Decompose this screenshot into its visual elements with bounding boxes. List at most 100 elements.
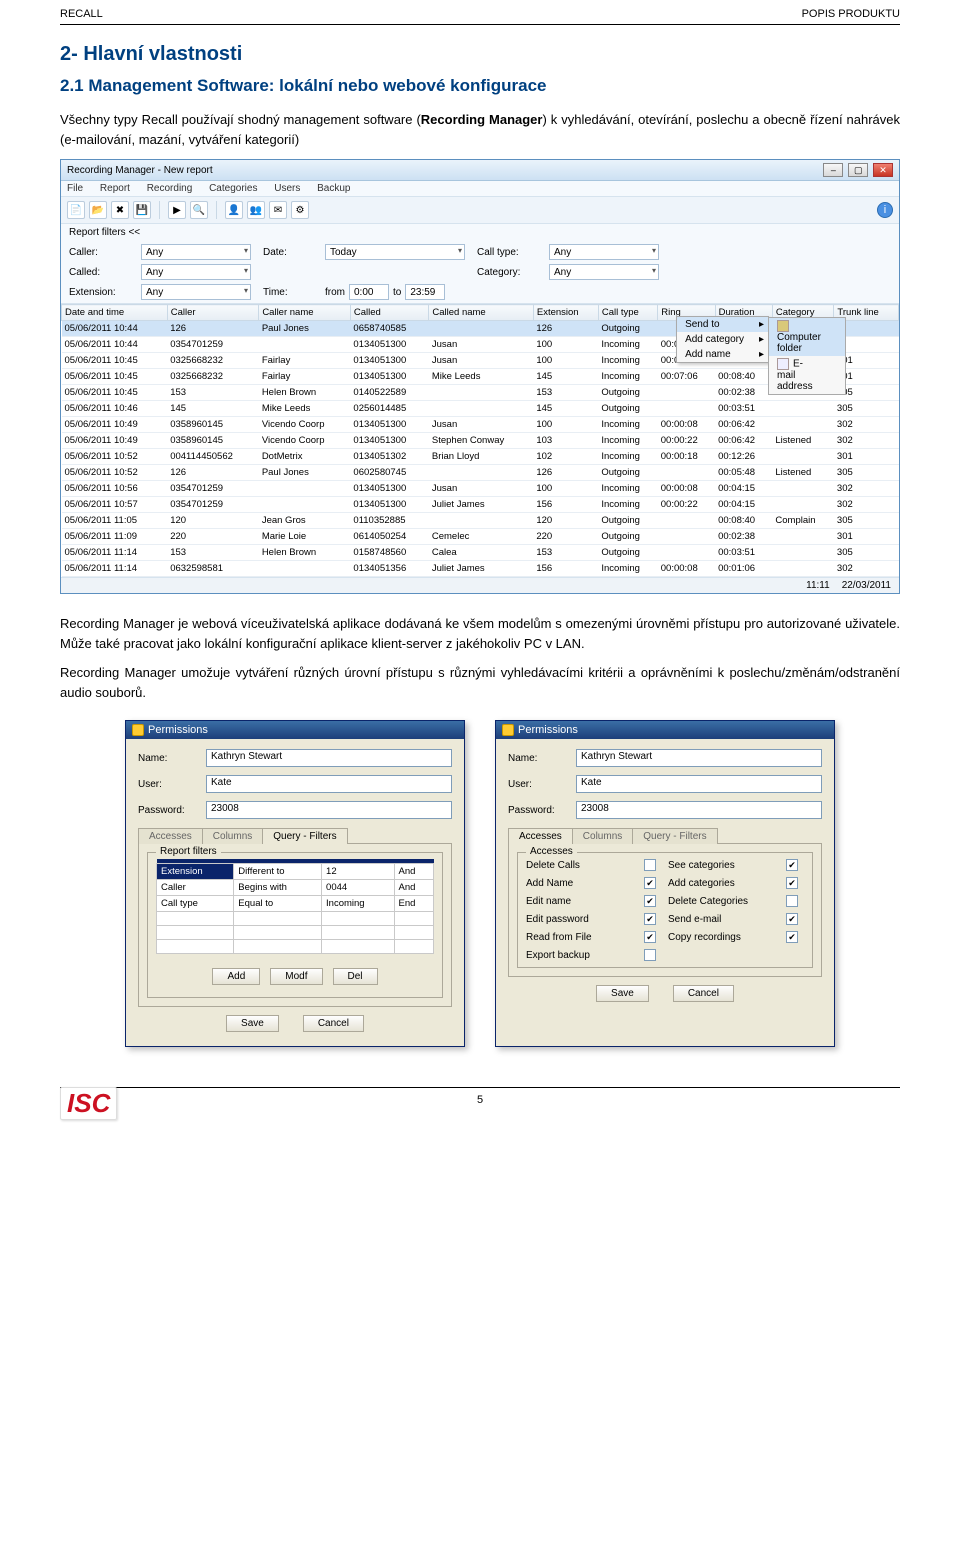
table-row[interactable]: 05/06/2011 10:490358960145Vicendo Coorp0…: [62, 417, 899, 433]
checkbox[interactable]: [644, 949, 656, 961]
ctx-addcategory[interactable]: Add category▸: [677, 332, 768, 347]
filter-category-combo[interactable]: Any: [549, 264, 659, 280]
qgrid-row[interactable]: [157, 926, 434, 940]
filter-caller-label: Caller:: [69, 247, 129, 258]
tab-accesses[interactable]: Accesses: [508, 828, 573, 844]
perm-pwd-label: Password:: [138, 805, 198, 816]
menu-backup[interactable]: Backup: [317, 183, 350, 194]
perm-user-input[interactable]: Kate: [576, 775, 822, 793]
grid-header[interactable]: Extension: [533, 305, 598, 321]
time-to-label: to: [393, 287, 401, 298]
perm-name-input[interactable]: Kathryn Stewart: [576, 749, 822, 767]
btn-add[interactable]: Add: [212, 968, 260, 985]
perm-dialog-query: Permissions Name:Kathryn Stewart User:Ka…: [125, 720, 465, 1047]
checkbox[interactable]: ✔: [786, 913, 798, 925]
perm-title-text: Permissions: [148, 724, 208, 736]
table-row[interactable]: 05/06/2011 11:14153Helen Brown0158748560…: [62, 545, 899, 561]
play-icon[interactable]: ▶: [168, 201, 186, 219]
qgrid-row[interactable]: [157, 940, 434, 954]
btn-save[interactable]: Save: [226, 1015, 279, 1032]
table-row[interactable]: 05/06/2011 11:1406325985810134051356Juli…: [62, 561, 899, 577]
qgrid-row[interactable]: CallerBegins with0044And: [157, 880, 434, 896]
mail-icon[interactable]: ✉: [269, 201, 287, 219]
table-row[interactable]: 05/06/2011 11:09220Marie Loie0614050254C…: [62, 529, 899, 545]
btn-save[interactable]: Save: [596, 985, 649, 1002]
btn-cancel[interactable]: Cancel: [303, 1015, 364, 1032]
perm-pwd-label: Password:: [508, 805, 568, 816]
filter-called-combo[interactable]: Any: [141, 264, 251, 280]
table-row[interactable]: 05/06/2011 10:5603547012590134051300Jusa…: [62, 481, 899, 497]
grid-header[interactable]: Caller: [167, 305, 259, 321]
maximize-button[interactable]: ▢: [848, 163, 868, 177]
delete-icon[interactable]: ✖: [111, 201, 129, 219]
checkbox[interactable]: ✔: [644, 877, 656, 889]
filters-header[interactable]: Report filters <<: [61, 224, 899, 241]
search-icon[interactable]: 🔍: [190, 201, 208, 219]
tab-columns[interactable]: Columns: [572, 828, 633, 844]
table-row[interactable]: 05/06/2011 10:52004114450562DotMetrix013…: [62, 449, 899, 465]
close-button[interactable]: ✕: [873, 163, 893, 177]
ctx-email-address[interactable]: E-mail address: [769, 356, 845, 394]
ctx-sendto[interactable]: Send to▸ Computer folder E-mail address: [677, 317, 768, 332]
perm-user-input[interactable]: Kate: [206, 775, 452, 793]
table-row[interactable]: 05/06/2011 10:490358960145Vicendo Coorp0…: [62, 433, 899, 449]
time-from-label: from: [325, 287, 345, 298]
table-row[interactable]: 05/06/2011 10:46145Mike Leeds02560144851…: [62, 401, 899, 417]
query-grid[interactable]: ExtensionDifferent to12AndCallerBegins w…: [156, 859, 434, 954]
menu-report[interactable]: Report: [100, 183, 130, 194]
checkbox[interactable]: [644, 859, 656, 871]
time-from-input[interactable]: 0:00: [349, 284, 389, 300]
new-icon[interactable]: 📄: [67, 201, 85, 219]
menu-users[interactable]: Users: [274, 183, 300, 194]
table-row[interactable]: 05/06/2011 10:52126Paul Jones06025807451…: [62, 465, 899, 481]
filter-calltype-combo[interactable]: Any: [549, 244, 659, 260]
qgrid-row[interactable]: ExtensionDifferent to12And: [157, 864, 434, 880]
grid-header[interactable]: Caller name: [259, 305, 351, 321]
perm-icon: [502, 724, 514, 736]
checkbox[interactable]: ✔: [644, 895, 656, 907]
filter-date-combo[interactable]: Today: [325, 244, 465, 260]
save-icon[interactable]: 💾: [133, 201, 151, 219]
minimize-button[interactable]: –: [823, 163, 843, 177]
tab-query-filters[interactable]: Query - Filters: [632, 828, 717, 844]
tab-columns[interactable]: Columns: [202, 828, 263, 844]
ctx-addname[interactable]: Add name▸: [677, 347, 768, 362]
tab-query-filters[interactable]: Query - Filters: [262, 828, 347, 844]
open-icon[interactable]: 📂: [89, 201, 107, 219]
menu-categories[interactable]: Categories: [209, 183, 257, 194]
gear-icon[interactable]: ⚙: [291, 201, 309, 219]
perm-name-input[interactable]: Kathryn Stewart: [206, 749, 452, 767]
user-icon[interactable]: 👤: [225, 201, 243, 219]
grid-header[interactable]: Call type: [598, 305, 657, 321]
perm-pwd-input[interactable]: 23008: [576, 801, 822, 819]
checkbox[interactable]: ✔: [786, 859, 798, 871]
menu-recording[interactable]: Recording: [147, 183, 193, 194]
time-to-input[interactable]: 23:59: [405, 284, 445, 300]
btn-del[interactable]: Del: [333, 968, 378, 985]
qgrid-row[interactable]: [157, 912, 434, 926]
ctx-computer-folder[interactable]: Computer folder: [769, 318, 845, 356]
checkbox[interactable]: ✔: [644, 931, 656, 943]
filter-ext-combo[interactable]: Any: [141, 284, 251, 300]
users-icon[interactable]: 👥: [247, 201, 265, 219]
grid-header[interactable]: Date and time: [62, 305, 168, 321]
para1-a: Všechny typy Recall používají shodný man…: [60, 112, 421, 127]
table-row[interactable]: 05/06/2011 11:05120Jean Gros011035288512…: [62, 513, 899, 529]
table-row[interactable]: 05/06/2011 10:5703547012590134051300Juli…: [62, 497, 899, 513]
checkbox[interactable]: ✔: [644, 913, 656, 925]
perm-pwd-input[interactable]: 23008: [206, 801, 452, 819]
checkbox[interactable]: ✔: [786, 877, 798, 889]
checkbox[interactable]: ✔: [786, 931, 798, 943]
info-icon[interactable]: i: [877, 202, 893, 218]
checkbox[interactable]: [786, 895, 798, 907]
perm-title-text: Permissions: [518, 724, 578, 736]
btn-modf[interactable]: Modf: [270, 968, 322, 985]
tab-accesses[interactable]: Accesses: [138, 828, 203, 844]
page-footer: ISC 5: [60, 1087, 900, 1126]
grid-header[interactable]: Called name: [429, 305, 533, 321]
menu-file[interactable]: File: [67, 183, 83, 194]
filter-caller-combo[interactable]: Any: [141, 244, 251, 260]
qgrid-row[interactable]: Call typeEqual toIncomingEnd: [157, 896, 434, 912]
grid-header[interactable]: Called: [350, 305, 428, 321]
btn-cancel[interactable]: Cancel: [673, 985, 734, 1002]
